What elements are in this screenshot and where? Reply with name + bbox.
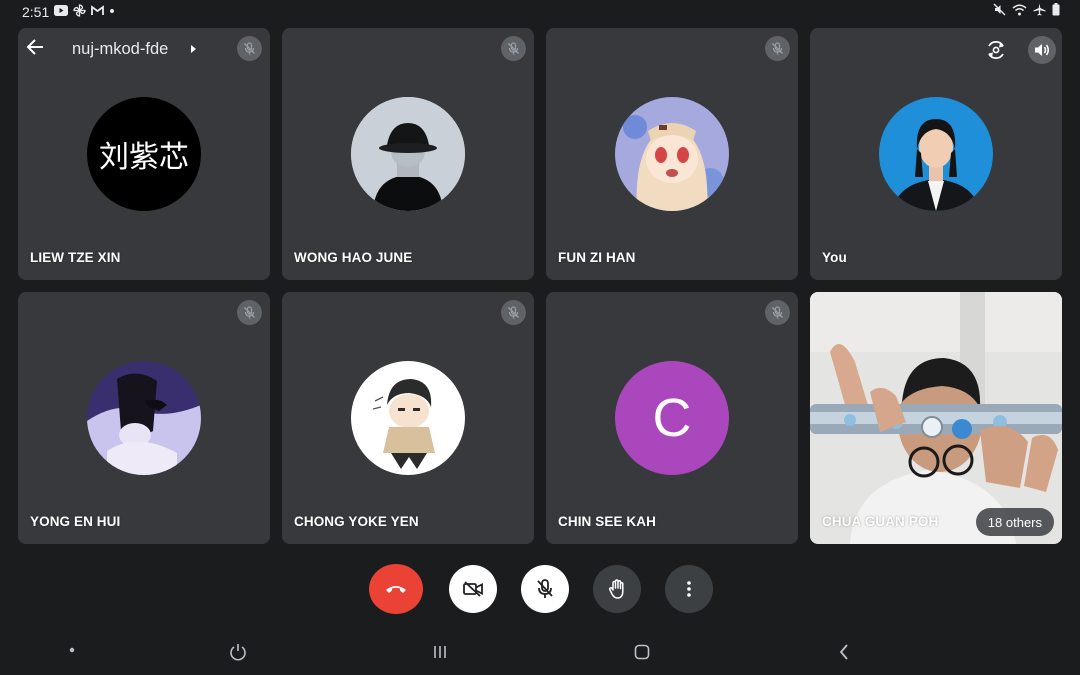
call-controls [0,564,1080,614]
back-icon [839,644,848,660]
participant-name: LIEW TZE XIN [30,250,121,265]
switch-camera-icon [988,40,1004,60]
meeting-code[interactable]: nuj-mkod-fde [72,40,168,59]
avatar [87,361,201,475]
video-feed [810,292,1062,544]
more-options-button[interactable] [665,565,713,613]
pinwheel-icon [73,4,86,17]
dot-icon [110,8,114,13]
others-count-badge[interactable]: 18 others [975,508,1054,536]
others-count: 18 others [987,514,1042,530]
nav-power[interactable] [226,640,250,664]
nav-dot[interactable] [64,640,80,660]
caret-right-icon[interactable] [190,44,197,54]
avatar [879,97,993,211]
avatar: C [615,361,729,475]
participant-tile[interactable]: YONG EN HUI [18,292,270,544]
mic-muted-icon [765,300,790,325]
participant-tile[interactable]: WONG HAO JUNE [282,28,534,280]
mic-off-icon [537,579,553,598]
system-nav-bar [0,628,1080,675]
mic-muted-icon [501,300,526,325]
power-icon [230,644,246,661]
status-time: 2:51 [22,4,50,20]
nav-back[interactable] [832,640,856,664]
audio-output-button[interactable] [1028,36,1056,64]
speaker-icon [1035,44,1049,56]
nav-home[interactable] [630,640,654,664]
participant-tile[interactable]: CHONG YOKE YEN [282,292,534,544]
airplane-icon [1033,3,1046,16]
avatar [351,361,465,475]
avatar [615,97,729,211]
avatar-letter: C [652,388,692,448]
raise-hand-button[interactable] [593,565,641,613]
mic-muted-icon [501,36,526,61]
avatar-text: 刘紫芯 [99,140,189,175]
end-call-button[interactable] [369,564,423,614]
mic-toggle-button[interactable] [521,565,569,613]
raise-hand-icon [608,579,624,599]
participant-tile[interactable]: FUN ZI HAN [546,28,798,280]
youtube-icon [54,5,68,16]
participant-tile-video[interactable]: CHUA GUAN POH 18 others [810,292,1062,544]
meeting-header: nuj-mkod-fde [18,28,270,70]
participant-name: FUN ZI HAN [558,250,636,265]
recents-icon [434,646,446,658]
mic-muted-icon [237,300,262,325]
home-icon [634,644,650,660]
switch-camera-button[interactable] [982,36,1010,64]
participant-name: CHONG YOKE YEN [294,514,419,529]
battery-icon [1052,3,1060,16]
participant-name: CHIN SEE KAH [558,514,656,529]
participant-name: You [822,250,847,265]
back-arrow-icon[interactable] [26,38,44,56]
dot-icon [69,647,75,653]
avatar [351,97,465,211]
nav-recents[interactable] [428,640,452,664]
participant-name: WONG HAO JUNE [294,250,413,265]
wifi-icon [1012,4,1027,15]
gmail-icon [91,5,104,15]
camera-off-icon [463,581,483,597]
more-vert-icon [687,581,691,597]
camera-toggle-button[interactable] [449,565,497,613]
participant-name: YONG EN HUI [30,514,121,529]
mute-icon [993,3,1006,16]
participant-tile[interactable]: C CHIN SEE KAH [546,292,798,544]
participant-name: CHUA GUAN POH [822,514,939,529]
participant-tile-self[interactable]: You [810,28,1062,280]
avatar: 刘紫芯 [87,97,201,211]
mic-muted-icon [765,36,790,61]
end-call-icon [386,586,406,593]
status-bar: 2:51 [0,0,1080,24]
